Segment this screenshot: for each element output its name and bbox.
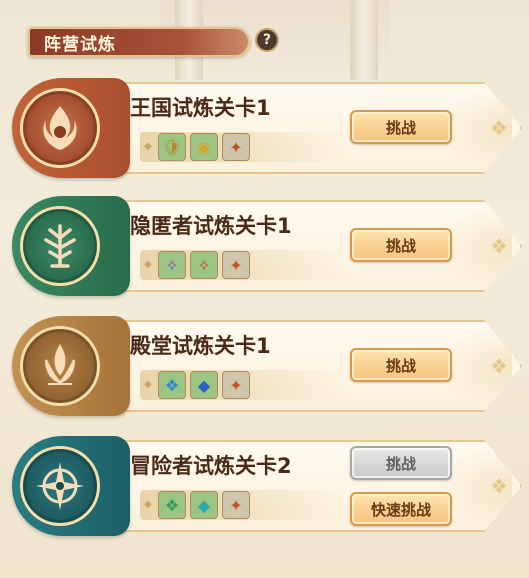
gold-orb-icon[interactable]: ◉	[190, 133, 218, 161]
trial-card-hidden: ❖ 隐匿者试炼关卡1 ◆ ✧ ✧ ✦ 挑战	[12, 196, 522, 296]
chevron-right-icon: ◆	[144, 379, 152, 390]
blue-gem-icon[interactable]: ◆	[190, 371, 218, 399]
purple-crystal-icon[interactable]: ✧	[158, 251, 186, 279]
hero-fragment-icon[interactable]: ✦	[222, 491, 250, 519]
hero-fragment-icon[interactable]: ✦	[222, 371, 250, 399]
reward-list: ◆ ❖ ◆ ✦	[140, 490, 350, 520]
chevron-right-icon: ◆	[144, 259, 152, 270]
quick-challenge-button[interactable]: 快速挑战	[350, 492, 452, 526]
reward-list: ◆ ❖ ◆ ✦	[140, 370, 350, 400]
green-relic-icon[interactable]: ❖	[158, 491, 186, 519]
challenge-button-disabled[interactable]: 挑战	[350, 446, 452, 480]
trial-title: 隐匿者试炼关卡1	[130, 214, 292, 238]
ornament-icon: ❖	[490, 474, 508, 498]
trial-card-kingdom: ❖ 王国试炼关卡1 ◆ 🛡 ◉ ✦ 挑战	[12, 78, 522, 178]
trial-title: 殿堂试炼关卡1	[130, 334, 271, 358]
help-icon[interactable]: ?	[255, 28, 279, 52]
phoenix-flame-icon	[20, 88, 100, 168]
trial-card-temple: ❖ 殿堂试炼关卡1 ◆ ❖ ◆ ✦ 挑战	[12, 316, 522, 416]
blue-relic-icon[interactable]: ❖	[158, 371, 186, 399]
trial-card-adventurer: ❖ 冒险者试炼关卡2 ◆ ❖ ◆ ✦ 挑战 快速挑战	[12, 436, 522, 536]
trial-title: 王国试炼关卡1	[130, 96, 271, 120]
background-pillar	[350, 0, 378, 80]
reward-list: ◆ ✧ ✧ ✦	[140, 250, 350, 280]
challenge-button[interactable]: 挑战	[350, 228, 452, 262]
ornament-icon: ❖	[490, 354, 508, 378]
ornament-icon: ❖	[490, 116, 508, 140]
cyan-gem-icon[interactable]: ◆	[190, 491, 218, 519]
chevron-right-icon: ◆	[144, 499, 152, 510]
golden-shield-icon[interactable]: 🛡	[158, 133, 186, 161]
page-title: 阵营试炼	[44, 34, 116, 55]
hero-fragment-icon[interactable]: ✦	[222, 251, 250, 279]
challenge-button[interactable]: 挑战	[350, 348, 452, 382]
chevron-right-icon: ◆	[144, 141, 152, 152]
hero-fragment-icon[interactable]: ✦	[222, 133, 250, 161]
compass-star-icon	[20, 446, 100, 526]
red-crystal-icon[interactable]: ✧	[190, 251, 218, 279]
challenge-button[interactable]: 挑战	[350, 110, 452, 144]
lotus-flame-icon	[20, 326, 100, 406]
tree-of-life-icon	[20, 206, 100, 286]
trial-title: 冒险者试炼关卡2	[130, 454, 292, 478]
reward-list: ◆ 🛡 ◉ ✦	[140, 132, 350, 162]
ornament-icon: ❖	[490, 234, 508, 258]
faction-trial-header: 阵营试炼	[28, 27, 250, 57]
